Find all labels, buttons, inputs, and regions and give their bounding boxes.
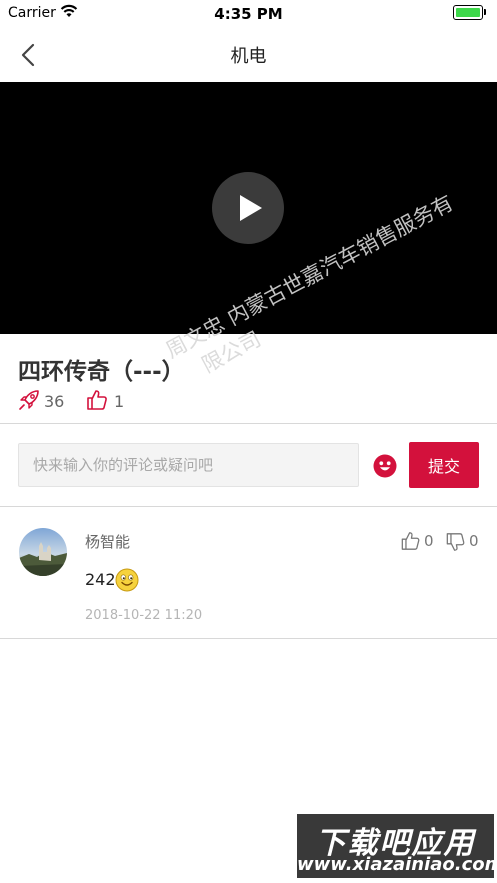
- thumbs-up-outline-icon: [401, 532, 420, 550]
- divider: [0, 506, 497, 507]
- divider: [0, 638, 497, 639]
- comment-timestamp: 2018-10-22 11:20: [85, 608, 203, 623]
- comment-input[interactable]: [18, 443, 359, 487]
- page-title: 机电: [230, 46, 267, 67]
- upvote-count: 0: [424, 532, 434, 550]
- navigation-bar: 机电: [0, 28, 497, 82]
- battery-icon: [453, 5, 487, 20]
- downvote-button[interactable]: 0: [445, 531, 481, 551]
- comment-text: 242: [85, 570, 116, 589]
- views-count: 36: [44, 392, 65, 411]
- watermark-line-2: 限公司: [198, 327, 265, 378]
- play-button[interactable]: [212, 172, 284, 244]
- divider: [0, 423, 497, 424]
- article-title: 四环传奇（---）: [18, 359, 185, 385]
- play-icon: [240, 195, 262, 221]
- status-bar: Carrier 4:35 PM: [0, 0, 497, 28]
- commenter-name: 杨智能: [85, 533, 131, 551]
- rocket-icon: [19, 390, 39, 410]
- corner-watermark-url: www.xiazainiao.com: [297, 854, 497, 875]
- smiley-icon: [115, 568, 139, 592]
- likes-count: 1: [114, 392, 125, 411]
- submit-button[interactable]: 提交: [409, 442, 479, 488]
- upvote-button[interactable]: 0: [400, 531, 436, 551]
- avatar[interactable]: [19, 528, 67, 576]
- corner-watermark: 下载吧应用 www.xiazainiao.com: [297, 814, 497, 878]
- downvote-count: 0: [469, 532, 479, 550]
- thumbs-down-outline-icon: [446, 533, 465, 551]
- emoji-face-icon[interactable]: [373, 454, 397, 478]
- thumbs-up-icon[interactable]: [86, 389, 108, 411]
- clock: 4:35 PM: [214, 5, 283, 23]
